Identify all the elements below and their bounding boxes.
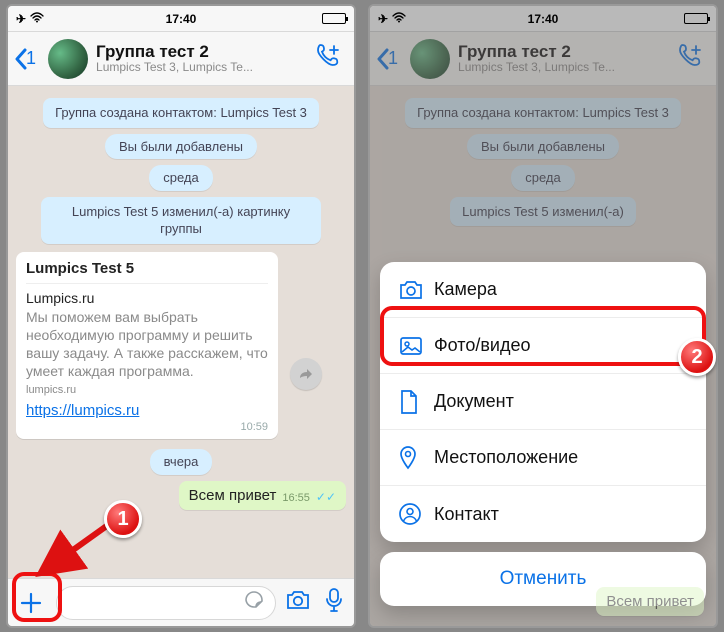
chat-title-area[interactable]: Группа тест 2 Lumpics Test 3, Lumpics Te… (96, 42, 308, 75)
system-msg: Lumpics Test 5 изменил(-а) картинку груп… (41, 197, 322, 244)
sheet-item-contact[interactable]: Контакт (380, 486, 706, 542)
date-separator: вчера (150, 449, 213, 475)
date-separator: среда (149, 165, 213, 191)
sheet-item-photo-video[interactable]: Фото/видео (380, 318, 706, 374)
annotation-step-2: 2 (678, 338, 716, 376)
sheet-item-location[interactable]: Местоположение (380, 430, 706, 486)
link-preview-bubble[interactable]: Lumpics Test 5 Lumpics.ru Мы поможем вам… (16, 252, 278, 440)
photo-icon (398, 335, 434, 357)
phone-right: ✈ 17:40 1 Группа тест 2 Lumpics Test 3, … (368, 4, 718, 628)
airplane-icon: ✈ (16, 12, 26, 26)
back-button[interactable]: 1 (14, 48, 40, 70)
chat-title: Группа тест 2 (96, 42, 308, 62)
input-bar (8, 578, 354, 626)
message-input[interactable] (56, 586, 276, 620)
forward-button[interactable] (290, 358, 322, 390)
camera-icon (398, 279, 434, 301)
wifi-icon (30, 12, 44, 26)
message-time: 10:59 (26, 421, 268, 433)
attach-action-sheet: Камера Фото/видео Документ Местоположени… (380, 262, 706, 616)
attach-button[interactable] (14, 586, 48, 620)
system-msg: Вы были добавлены (105, 134, 257, 160)
chat-subtitle: Lumpics Test 3, Lumpics Te... (96, 61, 308, 75)
sticker-icon[interactable] (243, 589, 265, 616)
link-title: Lumpics.ru (26, 290, 268, 306)
sheet-label: Фото/видео (434, 335, 531, 356)
back-count: 1 (26, 48, 36, 69)
sheet-label: Документ (434, 391, 514, 412)
camera-button[interactable] (284, 589, 312, 617)
battery-icon (322, 13, 346, 24)
message-text: Всем привет (189, 487, 277, 504)
outgoing-message[interactable]: Всем привет 16:55 ✓✓ (179, 481, 346, 510)
read-ticks-icon: ✓✓ (316, 490, 336, 504)
contact-icon (398, 502, 434, 526)
chat-body[interactable]: Группа создана контактом: Lumpics Test 3… (8, 86, 354, 578)
mic-button[interactable] (320, 587, 348, 619)
link-url[interactable]: https://lumpics.ru (26, 402, 268, 419)
action-sheet-options: Камера Фото/видео Документ Местоположени… (380, 262, 706, 542)
chat-header: 1 Группа тест 2 Lumpics Test 3, Lumpics … (8, 32, 354, 86)
outgoing-message: Всем привет (596, 587, 704, 616)
call-add-button[interactable] (308, 41, 348, 76)
phone-left: ✈ 17:40 1 Группа тест 2 Lumpics Test 3, … (6, 4, 356, 628)
sheet-label: Камера (434, 279, 497, 300)
location-icon (398, 445, 434, 471)
status-bar: ✈ 17:40 (8, 6, 354, 32)
avatar[interactable] (48, 39, 88, 79)
sheet-label: Местоположение (434, 447, 578, 468)
message-time: 16:55 (282, 492, 310, 504)
sheet-item-document[interactable]: Документ (380, 374, 706, 430)
status-time: 17:40 (8, 12, 354, 26)
link-description: Мы поможем вам выбрать необходимую прогр… (26, 308, 268, 381)
sheet-label: Контакт (434, 504, 499, 525)
document-icon (398, 389, 434, 415)
sheet-item-camera[interactable]: Камера (380, 262, 706, 318)
link-domain: lumpics.ru (26, 384, 268, 396)
annotation-step-1: 1 (104, 500, 142, 538)
system-msg: Группа создана контактом: Lumpics Test 3 (43, 98, 319, 128)
sender-name: Lumpics Test 5 (26, 260, 268, 284)
